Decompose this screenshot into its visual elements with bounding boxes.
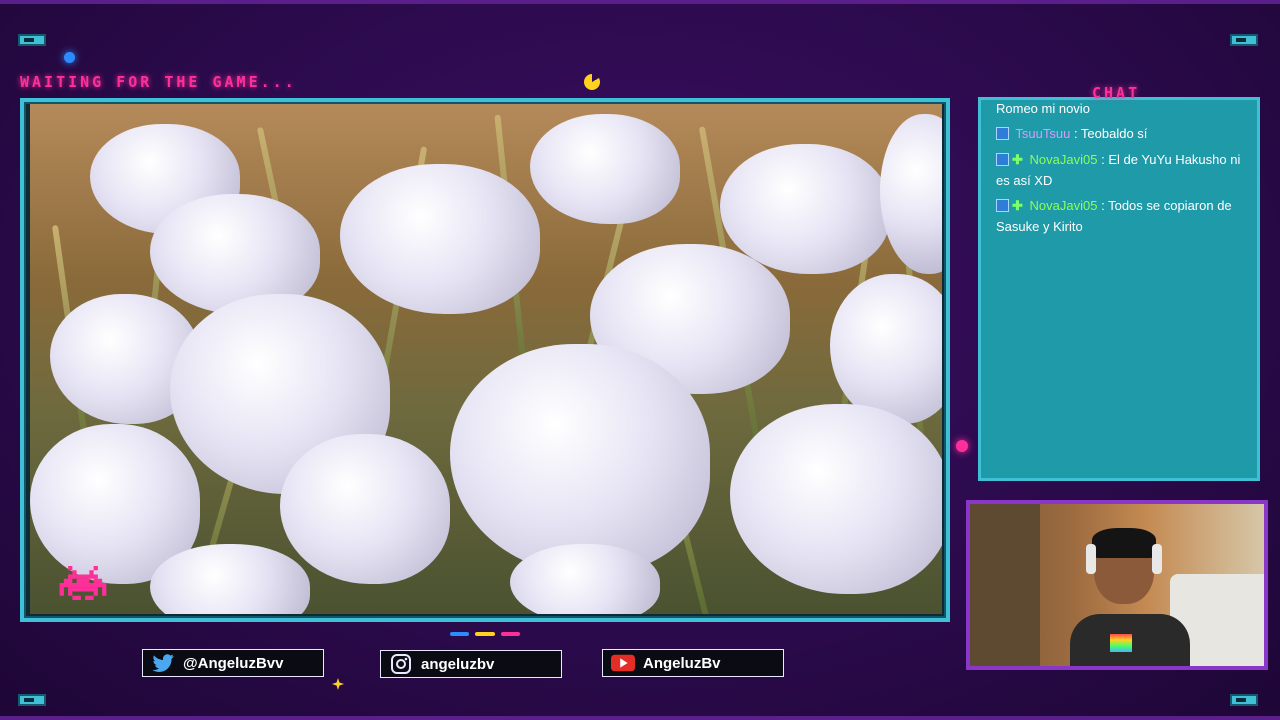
subscriber-badge-icon [996, 199, 1009, 212]
blue-dot-decoration [64, 52, 75, 63]
chat-username[interactable]: NovaJavi05 [1030, 198, 1098, 213]
waiting-status-text: WAITING FOR THE GAME... [20, 73, 297, 91]
youtube-link[interactable]: AngeluzBv [602, 649, 784, 677]
corner-tab-bottom-left [18, 694, 46, 706]
chat-message-text: : Teobaldo sí [1073, 126, 1148, 141]
chat-message: TsuuTsuu : Teobaldo sí [996, 123, 1250, 144]
youtube-handle: AngeluzBv [643, 654, 721, 672]
chat-username[interactable]: NovaJavi05 [1030, 152, 1098, 167]
chat-username[interactable]: TsuuTsuu [1015, 126, 1070, 141]
chat-message: ✚ NovaJavi05 : Todos se copiaron de Sasu… [996, 195, 1250, 237]
webcam-feed [970, 504, 1264, 666]
twitter-icon [151, 654, 175, 672]
corner-tab-top-right [1230, 34, 1258, 46]
instagram-handle: angeluzbv [421, 655, 495, 673]
instagram-link[interactable]: angeluzbv [380, 650, 562, 678]
color-bars-decoration [450, 632, 520, 636]
top-border [0, 0, 1280, 4]
space-invader-icon [59, 566, 107, 600]
youtube-icon [611, 654, 635, 672]
twitter-handle: @AngeluzBvv [183, 654, 284, 672]
plus-badge-icon: ✚ [1012, 198, 1023, 213]
bottom-border [0, 716, 1280, 720]
sparkle-icon [332, 678, 344, 690]
pacman-icon [584, 74, 600, 90]
corner-tab-top-left [18, 34, 46, 46]
chat-message-text: Romeo mi novio [996, 101, 1090, 116]
chat-message: ✚ NovaJavi05 : El de YuYu Hakusho ni es … [996, 149, 1250, 191]
game-screen [30, 104, 942, 614]
pink-dot-decoration [956, 440, 968, 452]
twitter-link[interactable]: @AngeluzBvv [142, 649, 324, 677]
subscriber-badge-icon [996, 153, 1009, 166]
corner-tab-bottom-right [1230, 694, 1258, 706]
plus-badge-icon: ✚ [1012, 152, 1023, 167]
instagram-icon [389, 654, 413, 674]
chat-message: Romeo mi novio [996, 98, 1250, 119]
subscriber-badge-icon [996, 127, 1009, 140]
